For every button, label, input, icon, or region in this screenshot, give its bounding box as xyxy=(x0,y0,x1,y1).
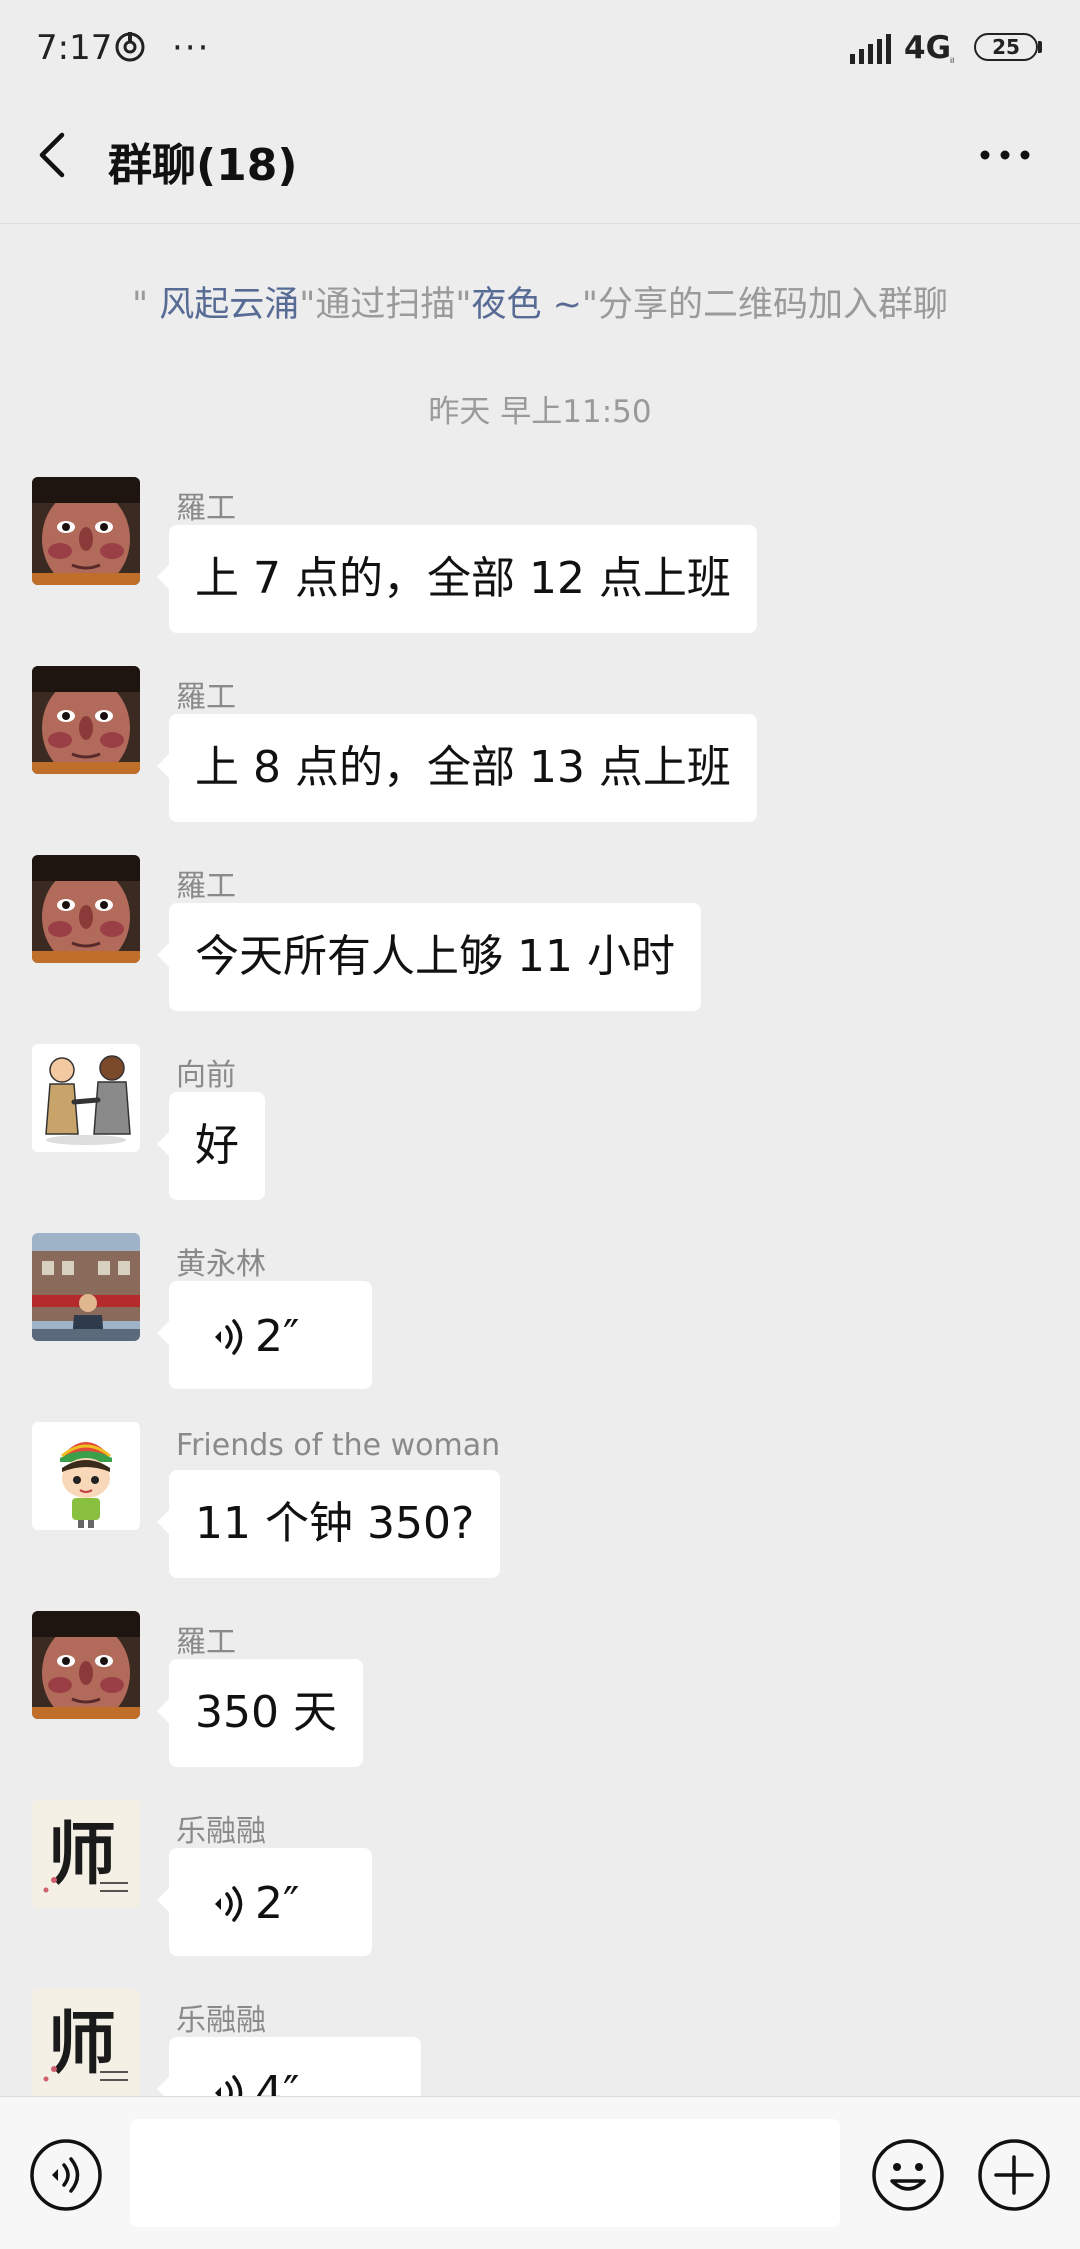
signal-icon xyxy=(850,34,891,64)
voice-message-bubble[interactable]: 2″ xyxy=(157,1281,372,1389)
voice-duration: 2″ xyxy=(255,1878,300,1929)
sender-name: 羅工 xyxy=(176,869,236,904)
avatar-child-photo xyxy=(32,855,140,963)
system-message: " 风起云涌"通过扫描"夜色 ~"分享的二维码加入群聊 xyxy=(0,276,1080,327)
header-bar: 群聊(18) xyxy=(0,95,1080,224)
sender-name: 羅工 xyxy=(176,491,236,526)
avatar[interactable] xyxy=(32,666,140,774)
battery-icon: 25 xyxy=(974,33,1038,61)
sender-name: Friends of the woman xyxy=(176,1428,501,1463)
avatar[interactable] xyxy=(32,1233,140,1341)
message-row: 羅工 350 天 xyxy=(0,1611,1080,1791)
chat-title: 群聊(18) xyxy=(108,140,298,191)
message-row: 师 乐融融 2″ xyxy=(0,1800,1080,1980)
battery-cap xyxy=(1038,41,1042,53)
sender-name: 乐融融 xyxy=(176,2003,266,2038)
sender-name: 黄永林 xyxy=(176,1247,266,1282)
more-horizontal-icon[interactable] xyxy=(975,135,1035,175)
voice-duration: 2″ xyxy=(255,1311,300,1362)
message-row: 黄永林 2″ xyxy=(0,1233,1080,1413)
system-text: "通过扫描" xyxy=(299,285,472,325)
voice-message-bubble[interactable]: 2″ xyxy=(157,1848,372,1956)
voice-wave-icon xyxy=(215,1319,243,1355)
voice-wave-icon xyxy=(215,1886,243,1922)
avatar-calligraphy-shi: 师 xyxy=(32,1989,140,2096)
avatar[interactable] xyxy=(32,1611,140,1719)
status-bar: 7:17 ··· 4G ᵢₗ 25 xyxy=(0,0,1080,95)
sync-icon xyxy=(115,32,145,62)
avatar[interactable] xyxy=(32,1044,140,1152)
avatar-child-photo xyxy=(32,477,140,585)
voice-mode-icon[interactable] xyxy=(28,2137,104,2213)
system-user-link[interactable]: 夜色 ~ xyxy=(471,285,581,325)
avatar[interactable]: 师 xyxy=(32,1989,140,2096)
voice-message-bubble[interactable]: 4″ xyxy=(157,2037,421,2096)
message-row: 师 乐融融 4″ xyxy=(0,1989,1080,2096)
input-bar xyxy=(0,2096,1080,2249)
status-more-icon: ··· xyxy=(172,27,211,68)
smile-icon[interactable] xyxy=(870,2137,946,2213)
message-bubble[interactable]: 上 7 点的，全部 12 点上班 xyxy=(157,525,757,633)
status-time: 7:17 xyxy=(36,27,113,68)
voice-duration: 4″ xyxy=(255,2067,300,2096)
sender-name: 乐融融 xyxy=(176,1814,266,1849)
avatar[interactable]: 师 xyxy=(32,1800,140,1908)
message-bubble[interactable]: 上 8 点的，全部 13 点上班 xyxy=(157,714,757,822)
system-user-link[interactable]: 风起云涌 xyxy=(159,285,299,325)
avatar[interactable] xyxy=(32,855,140,963)
network-type: 4G xyxy=(904,29,952,66)
network-activity: ᵢₗ xyxy=(950,52,955,66)
sender-name: 羅工 xyxy=(176,680,236,715)
avatar[interactable] xyxy=(32,1422,140,1530)
avatar-calligraphy-shi: 师 xyxy=(32,1800,140,1908)
back-icon[interactable] xyxy=(30,125,80,185)
chat-timestamp: 昨天 早上11:50 xyxy=(428,394,652,430)
avatar-child-photo xyxy=(32,666,140,774)
voice-wave-icon xyxy=(215,2075,243,2096)
plus-circle-icon[interactable] xyxy=(976,2137,1052,2213)
avatar-cartoon-boy xyxy=(32,1422,140,1530)
message-row: 羅工 上 7 点的，全部 12 点上班 xyxy=(0,477,1080,657)
message-input[interactable] xyxy=(130,2119,840,2227)
message-bubble[interactable]: 11 个钟 350? xyxy=(156,1470,501,1578)
message-row: Friends of the woman 11 个钟 350? xyxy=(0,1422,1080,1602)
avatar-handshake-cartoon xyxy=(32,1044,140,1152)
avatar-building-photo xyxy=(32,1233,140,1341)
sender-name: 羅工 xyxy=(176,1625,236,1660)
avatar-child-photo xyxy=(32,1611,140,1719)
avatar[interactable] xyxy=(32,477,140,585)
message-bubble[interactable]: 今天所有人上够 11 小时 xyxy=(157,903,701,1011)
message-row: 羅工 上 8 点的，全部 13 点上班 xyxy=(0,666,1080,846)
message-bubble[interactable]: 好 xyxy=(157,1092,265,1200)
message-row: 向前 好 xyxy=(0,1044,1080,1224)
sender-name: 向前 xyxy=(176,1058,236,1093)
system-quote: " xyxy=(131,285,149,325)
message-row: 羅工 今天所有人上够 11 小时 xyxy=(0,855,1080,1035)
message-bubble[interactable]: 350 天 xyxy=(157,1659,363,1767)
system-text: "分享的二维码加入群聊 xyxy=(581,285,949,325)
